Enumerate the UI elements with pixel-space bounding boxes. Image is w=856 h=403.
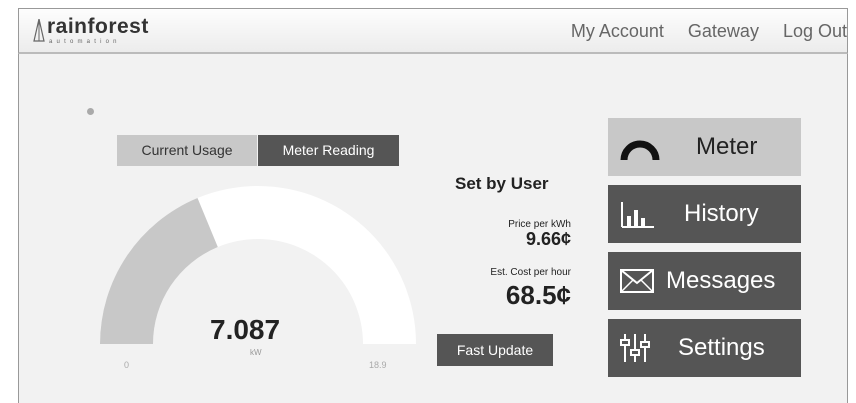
messages-button[interactable]: Messages	[608, 252, 801, 310]
settings-button[interactable]: Settings	[608, 319, 801, 377]
envelope-icon	[620, 269, 654, 293]
cost-per-hour-value: 68.5¢	[505, 280, 571, 310]
meter-label: Meter	[696, 133, 758, 160]
meter-icon	[620, 140, 660, 161]
gauge-unit: kW	[250, 348, 262, 357]
history-button[interactable]: History	[608, 185, 801, 243]
brand-name: rainforest	[47, 15, 149, 38]
top-nav: My Account Gateway Log Out	[571, 21, 847, 42]
messages-label: Messages	[666, 267, 776, 294]
gauge-max-label: 18.9	[369, 360, 387, 370]
nav-log-out[interactable]: Log Out	[783, 21, 847, 42]
gauge-min-label: 0	[124, 360, 130, 370]
gauge-fill	[100, 198, 218, 344]
settings-label: Settings	[678, 334, 765, 361]
nav-my-account[interactable]: My Account	[571, 21, 664, 42]
tab-meter-reading[interactable]: Meter Reading	[258, 135, 399, 166]
price-per-kwh-value: 9.66¢	[525, 229, 571, 249]
cost-per-hour-label: Est. Cost per hour	[490, 267, 571, 278]
sliders-icon	[620, 334, 650, 362]
bar-chart-icon	[621, 202, 654, 228]
meter-button[interactable]: Meter	[608, 118, 801, 176]
tree-logo-icon	[33, 19, 45, 42]
tab-current-usage[interactable]: Current Usage	[117, 135, 257, 166]
history-label: History	[684, 200, 759, 227]
brand-tagline: automation	[49, 39, 121, 45]
pricing-heading: Set by User	[455, 174, 549, 193]
status-indicator	[87, 108, 94, 115]
nav-gateway[interactable]: Gateway	[688, 21, 759, 42]
fast-update-button[interactable]: Fast Update	[437, 334, 553, 366]
header-bar: rainforest automation My Account Gateway…	[18, 8, 848, 54]
gauge-value: 7.087	[210, 314, 281, 345]
